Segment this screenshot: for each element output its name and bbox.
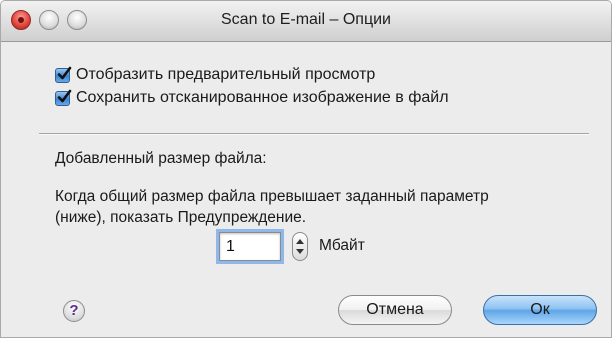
size-limit-input[interactable]: 1 — [219, 232, 281, 261]
show-preview-checkbox[interactable] — [55, 66, 72, 83]
attachment-description-line1: Когда общий размер файла превышает задан… — [55, 188, 489, 205]
save-to-file-checkbox[interactable] — [55, 89, 72, 106]
dialog-content: Отобразить предварительный просмотр Сохр… — [1, 42, 611, 337]
window-title: Scan to E-mail – Опции — [221, 11, 391, 28]
stepper-down-icon[interactable] — [296, 249, 304, 254]
stepper-up-icon[interactable] — [296, 239, 304, 244]
show-preview-option[interactable]: Отобразить предварительный просмотр — [55, 65, 375, 85]
separator — [39, 133, 589, 135]
save-to-file-label: Сохранить отсканированное изображение в … — [76, 89, 449, 106]
size-limit-stepper[interactable] — [292, 232, 308, 261]
help-button[interactable]: ? — [63, 300, 85, 322]
attachment-description-line2: (ниже), показать Предупреждение. — [55, 209, 307, 226]
ok-button[interactable]: Ок — [483, 295, 597, 325]
show-preview-label: Отобразить предварительный просмотр — [76, 66, 376, 83]
size-unit-label: Мбайт — [319, 237, 365, 254]
checkmark-icon — [57, 66, 72, 79]
title-bar: Scan to E-mail – Опции — [1, 1, 611, 42]
checkmark-icon — [57, 89, 72, 102]
attachment-size-heading: Добавленный размер файла: — [55, 150, 267, 167]
options-dialog: Scan to E-mail – Опции Отобразить предва… — [0, 0, 612, 338]
cancel-button[interactable]: Отмена — [338, 295, 452, 325]
save-to-file-option[interactable]: Сохранить отсканированное изображение в … — [55, 88, 449, 108]
